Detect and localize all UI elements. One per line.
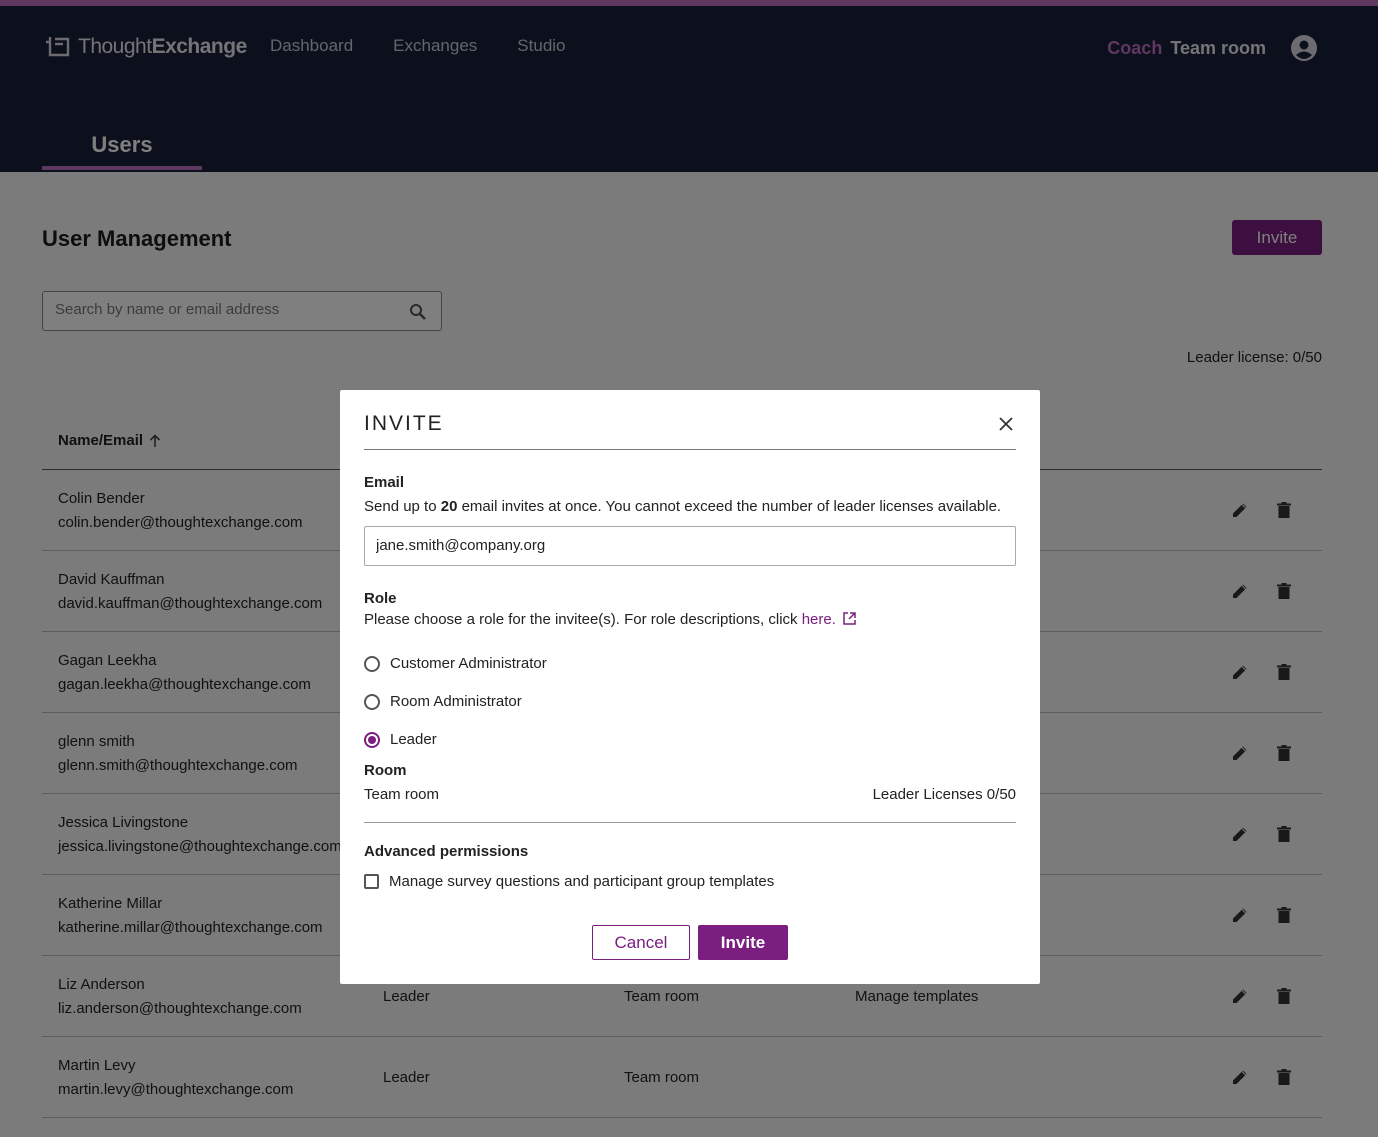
room-label: Room: [364, 762, 407, 779]
role-option-label: Customer Administrator: [390, 655, 547, 672]
cancel-button[interactable]: Cancel: [592, 925, 690, 960]
role-descriptions-link[interactable]: here.: [802, 611, 836, 628]
role-option-leader[interactable]: Leader: [364, 731, 437, 748]
radio-customer-admin[interactable]: [364, 655, 380, 672]
dialog-title-divider: [364, 449, 1016, 450]
email-field[interactable]: [376, 537, 996, 554]
confirm-invite-button[interactable]: Invite: [698, 925, 788, 960]
room-leader-licenses: Leader Licenses 0/50: [872, 786, 1016, 803]
invite-dialog: INVITE Email Send up to 20 email invites…: [340, 390, 1040, 984]
close-icon[interactable]: [996, 414, 1016, 434]
room-value: Team room: [364, 786, 440, 803]
email-field-box: [364, 526, 1016, 566]
dialog-title: INVITE: [364, 412, 444, 435]
manage-templates-checkbox[interactable]: [364, 874, 379, 889]
advanced-permissions-label: Advanced permissions: [364, 843, 529, 860]
role-label: Role: [364, 590, 397, 607]
radio-room-admin[interactable]: [364, 693, 380, 710]
room-divider: [364, 822, 1016, 823]
role-help-text: Please choose a role for the invitee(s).…: [364, 611, 857, 628]
invite-limit-count: 20: [440, 498, 458, 515]
email-help-text: Send up to 20 email invites at once. You…: [364, 498, 1002, 515]
role-option-label: Leader: [390, 731, 437, 748]
manage-templates-label: Manage survey questions and participant …: [389, 873, 775, 890]
role-option-room-admin[interactable]: Room Administrator: [364, 693, 522, 710]
role-option-customer-admin[interactable]: Customer Administrator: [364, 655, 547, 672]
radio-leader[interactable]: [364, 731, 380, 748]
email-label: Email: [364, 474, 405, 491]
manage-templates-option[interactable]: Manage survey questions and participant …: [364, 873, 774, 890]
role-option-label: Room Administrator: [390, 693, 522, 710]
external-link-icon[interactable]: [842, 611, 857, 626]
